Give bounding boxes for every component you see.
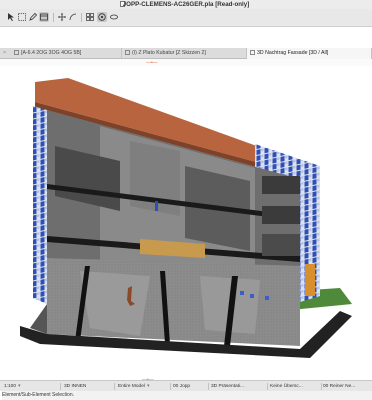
status-bar: 1:100 ▾ 3D INNEN Entire Model ▾ 00 Jopp 3D… xyxy=(0,380,372,391)
move-icon[interactable] xyxy=(57,12,67,22)
top-ruler: —•— xyxy=(0,59,372,66)
left-glass-facade xyxy=(33,106,47,304)
3d-window-icon xyxy=(250,50,255,56)
marquee-icon[interactable] xyxy=(17,12,27,22)
window-title: JOPP-CLEMENS-AC26GER.pla [Read-only] xyxy=(122,1,250,8)
3d-viewport[interactable] xyxy=(0,66,372,376)
pencil-icon[interactable] xyxy=(28,12,38,22)
arrow-select-icon[interactable] xyxy=(6,12,16,22)
tab-sketch[interactable]: (I) Z Plato Kubatur [Z Skizzen 2] xyxy=(122,48,247,59)
grid-icon[interactable] xyxy=(85,12,95,22)
close-tab-icon[interactable]: × xyxy=(3,48,6,59)
section-icon xyxy=(125,50,130,56)
floor-plan-icon xyxy=(14,50,19,56)
building-3d-model[interactable] xyxy=(0,66,372,376)
orange-panel xyxy=(305,264,315,296)
tab-3d[interactable]: 3D Nachtrag Fassade [3D / All] xyxy=(247,48,372,59)
status-hint: Element/Sub-Element Selection. xyxy=(2,391,372,400)
3d-view-icon[interactable] xyxy=(97,12,107,22)
toolbar xyxy=(0,9,372,27)
tab-floor-plan[interactable]: × [A-6.4 2OG 3OG 4OG 5B] xyxy=(0,48,122,59)
title-bar: JOPP-CLEMENS-AC26GER.pla [Read-only] xyxy=(0,0,372,9)
view-tab-bar: × [A-6.4 2OG 3OG 4OG 5B] (I) Z Plato Kub… xyxy=(0,48,372,59)
layout-icon[interactable] xyxy=(39,12,49,22)
orbit-icon[interactable] xyxy=(109,12,119,22)
arc-tool-icon[interactable] xyxy=(68,12,78,22)
